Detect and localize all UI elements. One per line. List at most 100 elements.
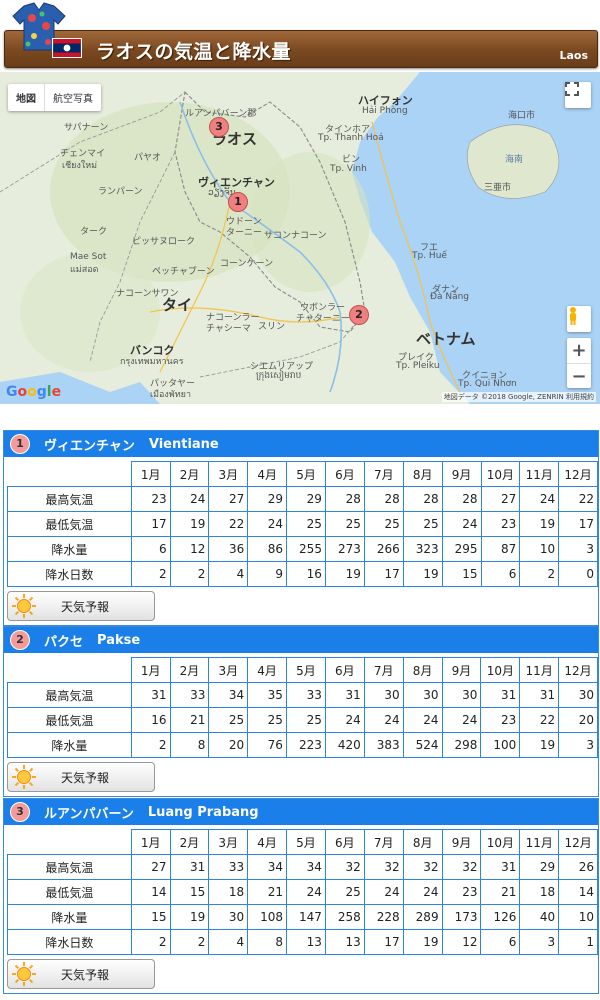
month-header: 10月 xyxy=(480,657,521,683)
month-header: 3月 xyxy=(208,829,249,855)
row-label: 最高気温 xyxy=(7,486,132,512)
zoom-in-button[interactable]: + xyxy=(567,338,591,364)
table-cell: 40 xyxy=(519,904,560,930)
table-cell: 31 xyxy=(169,854,210,880)
table-cell: 33 xyxy=(169,682,210,708)
table-cell: 273 xyxy=(324,536,365,562)
table-cell: 19 xyxy=(402,929,443,955)
map-type-switch[interactable]: 地図 航空写真 xyxy=(8,84,101,111)
table-cell: 295 xyxy=(441,536,482,562)
street-view-pegman-button[interactable] xyxy=(567,306,591,332)
row-label: 最高気温 xyxy=(7,854,132,880)
month-header: 2月 xyxy=(169,461,210,487)
city-panel-vientiane: 1 ヴィエンチャン Vientiane 1月 2月 3月 4月 5月 6月 7月… xyxy=(3,430,599,626)
map-credit[interactable]: 地図データ ©2018 Google, ZENRIN 利用規約 xyxy=(441,392,596,402)
table-cell: 28 xyxy=(363,486,404,512)
table-cell: 30 xyxy=(558,682,598,708)
map-label: 三亜市 xyxy=(484,183,512,193)
table-cell: 30 xyxy=(402,682,443,708)
table-cell: 420 xyxy=(324,732,365,758)
table-row-precipitation: 降水量 6 12 36 86 255 273 266 323 295 87 10… xyxy=(7,536,598,562)
month-header: 3月 xyxy=(208,657,249,683)
table-cell: 28 xyxy=(402,486,443,512)
table-cell: 24 xyxy=(441,707,482,733)
laos-flag-icon xyxy=(52,38,82,58)
weather-forecast-button[interactable]: 天気予報 xyxy=(7,762,155,792)
table-cell: 255 xyxy=(286,536,326,562)
city-panel-header: 3 ルアンパバーン Luang Prabang xyxy=(4,799,598,825)
map-marker-vientiane[interactable]: 1 xyxy=(228,192,248,212)
table-cell: 524 xyxy=(402,732,443,758)
table-cell: 14 xyxy=(130,879,171,905)
city-number-badge: 2 xyxy=(10,630,30,650)
table-corner xyxy=(7,829,132,855)
weather-forecast-label: 天気予報 xyxy=(61,770,110,785)
table-row-max-temp: 最高気温 23 24 27 29 29 28 28 28 28 27 24 22 xyxy=(7,486,598,512)
table-cell: 3 xyxy=(558,732,598,758)
table-cell: 8 xyxy=(169,732,210,758)
table-cell: 31 xyxy=(519,682,560,708)
table-cell: 34 xyxy=(286,854,326,880)
table-row-min-temp: 最低気温 16 21 25 25 25 24 24 24 24 23 22 20 xyxy=(7,707,598,733)
city-number-badge: 3 xyxy=(10,802,30,822)
fullscreen-button[interactable] xyxy=(565,82,591,108)
map-label: ランパーン xyxy=(98,187,143,197)
weather-forecast-button[interactable]: 天気予報 xyxy=(7,959,155,989)
map-label: Hải Phòng xyxy=(362,106,408,116)
map-label: スリン xyxy=(258,322,286,332)
row-label: 最高気温 xyxy=(7,682,132,708)
month-header: 8月 xyxy=(402,657,443,683)
map-label: Tp. Huế xyxy=(412,251,447,261)
table-cell: 87 xyxy=(480,536,521,562)
row-label: 降水量 xyxy=(7,904,132,930)
row-label: 降水日数 xyxy=(7,929,132,955)
table-row-rain-days: 降水日数 2 2 4 8 13 13 17 19 12 6 3 1 xyxy=(7,929,598,955)
sun-icon xyxy=(12,594,36,618)
table-cell: 23 xyxy=(480,511,521,537)
month-header: 1月 xyxy=(130,657,171,683)
month-header: 11月 xyxy=(519,829,560,855)
map-label: コーンケーン xyxy=(220,259,274,269)
table-cell: 3 xyxy=(519,929,560,955)
map-type-map-button[interactable]: 地図 xyxy=(8,84,45,111)
table-cell: 223 xyxy=(285,732,326,758)
map-label: ピッサヌローク xyxy=(132,237,196,247)
map-type-satellite-button[interactable]: 航空写真 xyxy=(45,84,101,111)
zoom-out-button[interactable]: − xyxy=(567,364,591,389)
row-label: 最低気温 xyxy=(7,511,132,537)
map-label: 海口市 xyxy=(508,111,536,121)
table-cell: 22 xyxy=(558,486,598,512)
table-row-max-temp: 最高気温 31 33 34 35 33 31 30 30 30 31 31 30 xyxy=(7,682,598,708)
map-label: Tp. Qui Nhơn xyxy=(458,379,517,389)
map-view[interactable]: 地図 航空写真 + − Google 地図データ ©2018 Google, Z… xyxy=(0,72,600,404)
table-cell: 17 xyxy=(130,511,171,537)
map-label-country: ベトナム xyxy=(416,330,476,348)
map-marker-pakse[interactable]: 2 xyxy=(349,305,369,325)
month-header: 5月 xyxy=(285,657,326,683)
table-cell: 6 xyxy=(130,536,171,562)
table-cell: 30 xyxy=(208,904,249,930)
city-name-en: Pakse xyxy=(97,632,141,648)
table-cell: 323 xyxy=(402,536,443,562)
month-header: 11月 xyxy=(519,461,560,487)
header-bar xyxy=(4,30,598,68)
weather-forecast-button[interactable]: 天気予報 xyxy=(7,591,155,621)
table-cell: 4 xyxy=(208,561,249,587)
month-header: 9月 xyxy=(441,829,482,855)
table-cell: 173 xyxy=(441,904,482,930)
table-cell: 12 xyxy=(169,536,210,562)
map-label: サパナーン xyxy=(64,123,109,133)
table-cell: 13 xyxy=(324,929,365,955)
map-marker-luang-prabang[interactable]: 3 xyxy=(209,117,229,137)
table-cell: 2 xyxy=(169,929,210,955)
month-header: 2月 xyxy=(169,657,210,683)
table-cell: 30 xyxy=(441,682,482,708)
table-cell: 16 xyxy=(286,561,326,587)
table-cell: 34 xyxy=(247,854,288,880)
map-label: Tp. Pleiku xyxy=(396,361,440,371)
table-cell: 25 xyxy=(363,511,404,537)
table-cell: 33 xyxy=(285,682,326,708)
table-cell: 15 xyxy=(169,879,210,905)
climate-table: 1月 2月 3月 4月 5月 6月 7月 8月 9月 10月 11月 12月 最… xyxy=(7,461,598,587)
weather-forecast-label: 天気予報 xyxy=(61,967,110,982)
